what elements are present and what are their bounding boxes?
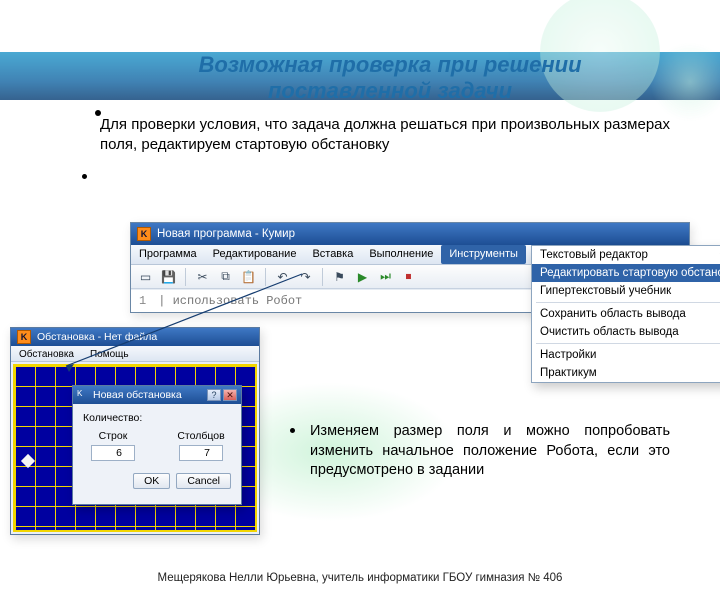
intro-paragraph: Для проверки условия, что задача должна … — [100, 115, 670, 156]
app-title: Новая программа - Кумир — [157, 228, 295, 240]
step-icon[interactable]: ⏭ — [377, 268, 394, 285]
dropdown-item[interactable]: Редактировать стартовую обстановку Робот… — [532, 264, 720, 282]
separator — [265, 268, 266, 286]
robot-title: Обстановка - Нет файла — [37, 331, 157, 343]
separator — [185, 268, 186, 286]
dropdown-item[interactable]: Сохранить область вывода — [532, 305, 720, 323]
help-window-button[interactable]: ? — [207, 389, 221, 401]
menu-программа[interactable]: Программа — [131, 245, 205, 264]
code-line: | использовать Робот — [158, 294, 302, 308]
ok-button[interactable]: OK — [133, 473, 170, 489]
second-paragraph: Изменяем размер поля и можно попробовать… — [310, 422, 670, 481]
app-titlebar: K Новая программа - Кумир — [131, 223, 689, 245]
code-gutter: 1 — [139, 294, 146, 308]
separator — [536, 302, 720, 303]
new-file-icon[interactable]: ▭ — [137, 268, 154, 285]
cut-icon[interactable]: ✂ — [194, 268, 211, 285]
menu-инструменты[interactable]: Инструменты — [441, 245, 526, 264]
app-k-icon: K — [137, 227, 151, 241]
flag-icon[interactable]: ⚑ — [331, 268, 348, 285]
dropdown-item[interactable]: Очистить область вывода — [532, 323, 720, 341]
menu-редактирование[interactable]: Редактирование — [205, 245, 305, 264]
robot-menubar: ОбстановкаПомощь — [11, 346, 259, 362]
copy-icon[interactable]: ⧉ — [217, 268, 234, 285]
bullet-icon — [290, 428, 295, 433]
dialog-title: Новая обстановка — [93, 389, 182, 401]
separator — [536, 343, 720, 344]
slide-title: Возможная проверка при решении поставлен… — [120, 52, 660, 105]
bullet-icon — [82, 174, 87, 179]
undo-icon[interactable]: ↶ — [274, 268, 291, 285]
close-window-button[interactable]: ✕ — [223, 389, 237, 401]
cancel-button[interactable]: Cancel — [176, 473, 231, 489]
new-scene-dialog: K Новая обстановка ? ✕ Количество: Строк… — [72, 385, 242, 505]
para2-block: Изменяем размер поля и можно попробовать… — [290, 422, 670, 481]
app-k-icon: K — [77, 389, 89, 401]
rows-label: Строк — [99, 430, 128, 442]
dialog-heading: Количество: — [83, 412, 231, 424]
stop-icon[interactable]: ⏹ — [400, 268, 417, 285]
rows-input[interactable] — [91, 445, 135, 461]
save-icon[interactable]: 💾 — [160, 268, 177, 285]
redo-icon[interactable]: ↷ — [297, 268, 314, 285]
separator — [322, 268, 323, 286]
dropdown-item[interactable]: Практикум — [532, 364, 720, 382]
menu-выполнение[interactable]: Выполнение — [361, 245, 441, 264]
slide-footer: Мещерякова Нелли Юрьевна, учитель информ… — [0, 572, 720, 584]
robot-titlebar: K Обстановка - Нет файла — [11, 328, 259, 346]
paste-icon[interactable]: 📋 — [240, 268, 257, 285]
app-k-icon: K — [17, 330, 31, 344]
menu-вставка[interactable]: Вставка — [304, 245, 361, 264]
dropdown-item[interactable]: Гипертекстовый учебник — [532, 282, 720, 300]
dialog-titlebar: K Новая обстановка ? ✕ — [73, 386, 241, 404]
dropdown-item[interactable]: Текстовый редакторCtrl+Shift+N — [532, 246, 720, 264]
robot-menu-обстановка[interactable]: Обстановка — [11, 346, 82, 361]
cols-label: Столбцов — [177, 430, 224, 442]
tools-dropdown: Текстовый редакторCtrl+Shift+NРедактиров… — [531, 245, 720, 383]
dropdown-item[interactable]: Настройки — [532, 346, 720, 364]
run-icon[interactable]: ▶ — [354, 268, 371, 285]
cols-input[interactable] — [179, 445, 223, 461]
kumir-app-window: K Новая программа - Кумир ПрограммаРедак… — [130, 222, 690, 313]
robot-marker-icon — [21, 454, 35, 468]
robot-menu-помощь[interactable]: Помощь — [82, 346, 137, 361]
